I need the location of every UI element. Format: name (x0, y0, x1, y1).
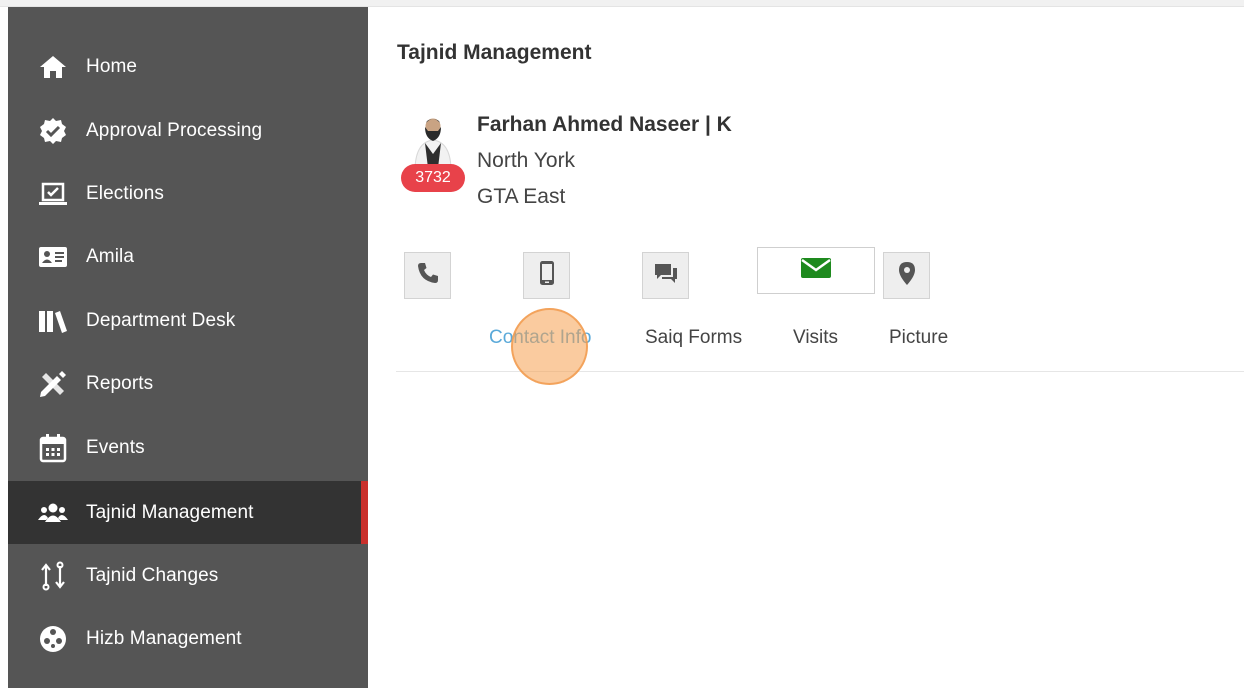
tabs-divider (396, 371, 1244, 372)
mobile-button[interactable] (523, 252, 570, 299)
sidebar-item-elections[interactable]: Elections (8, 162, 368, 225)
film-reel-icon (35, 621, 71, 657)
sidebar-item-reports[interactable]: Reports (8, 352, 368, 415)
sidebar-item-hizb-management[interactable]: Hizb Management (8, 607, 368, 670)
person-city: North York (477, 149, 576, 172)
laptop-check-icon (35, 176, 71, 212)
id-card-icon (35, 239, 71, 275)
page-title: Tajnid Management (397, 41, 592, 64)
email-icon (801, 256, 831, 285)
pencil-ruler-icon (35, 366, 71, 402)
sidebar-item-label: Approval Processing (86, 119, 263, 141)
call-button[interactable] (404, 252, 451, 299)
member-id-badge: 3732 (401, 164, 465, 192)
books-icon (35, 303, 71, 339)
phone-icon (415, 260, 441, 291)
sidebar-item-home[interactable]: Home (8, 35, 368, 98)
message-button[interactable] (642, 252, 689, 299)
person-region: GTA East (477, 185, 566, 208)
sidebar-item-label: Elections (86, 182, 164, 204)
top-bar (0, 0, 1244, 7)
sidebar-item-label: Events (86, 436, 145, 458)
sidebar-item-tajnid-management[interactable]: Tajnid Management (8, 481, 368, 544)
sidebar-item-events[interactable]: Events (8, 416, 368, 479)
sidebar-item-label: Amila (86, 245, 135, 267)
sidebar-item-label: Home (86, 55, 138, 77)
exchange-icon (35, 558, 71, 594)
sidebar-item-label: Department Desk (86, 309, 236, 331)
tab-picture[interactable]: Picture (889, 327, 948, 349)
calendar-icon (35, 430, 71, 466)
person-name: Farhan Ahmed Naseer | K (477, 113, 732, 136)
location-button[interactable] (883, 252, 930, 299)
users-icon (35, 495, 71, 531)
main-content: Tajnid Management 3732 Farhan Ahmed Nase… (368, 7, 1244, 688)
sidebar-item-tajnid-changes[interactable]: Tajnid Changes (8, 544, 368, 607)
mobile-icon (534, 260, 560, 291)
home-icon (35, 49, 71, 85)
sidebar-item-department-desk[interactable]: Department Desk (8, 289, 368, 352)
location-icon (894, 260, 920, 291)
sidebar-item-label: Reports (86, 372, 154, 394)
chat-icon (653, 260, 679, 291)
sidebar-item-label: Hizb Management (86, 627, 242, 649)
avatar[interactable] (411, 112, 455, 169)
sidebar: Home Approval Processing Elections Amila (8, 7, 368, 688)
check-badge-icon (35, 113, 71, 149)
sidebar-item-approval-processing[interactable]: Approval Processing (8, 99, 368, 162)
email-button[interactable] (757, 247, 875, 294)
sidebar-item-label: Tajnid Management (86, 501, 254, 523)
tab-saiq-forms[interactable]: Saiq Forms (645, 327, 742, 349)
app-page: Home Approval Processing Elections Amila (0, 0, 1244, 688)
sidebar-item-label: Tajnid Changes (86, 564, 219, 586)
tab-contact-info[interactable]: Contact Info (489, 327, 591, 349)
tab-visits[interactable]: Visits (793, 327, 838, 349)
sidebar-item-amila[interactable]: Amila (8, 225, 368, 288)
